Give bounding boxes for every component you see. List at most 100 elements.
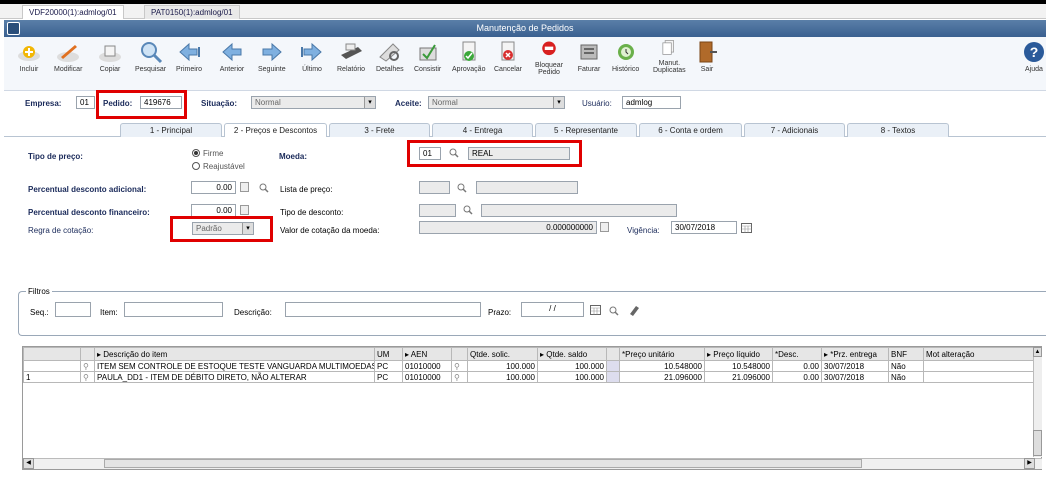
col-header-preco-liquido[interactable]: ▸ Preço líquido — [704, 347, 773, 361]
filtros-search-icon[interactable] — [609, 306, 619, 316]
clear-filter-icon[interactable] — [628, 304, 640, 316]
moeda-code-field[interactable]: 01 — [419, 147, 441, 160]
col-header-mot-alteracao[interactable]: Mot alteração — [923, 347, 1034, 361]
tipo-desconto-code-field[interactable] — [419, 204, 456, 217]
consistir-button[interactable]: Consistir — [414, 39, 441, 73]
detalhes-button[interactable]: Detalhes — [376, 39, 404, 73]
regra-dropdown-icon[interactable]: ▾ — [242, 223, 253, 234]
system-menu-icon[interactable] — [7, 22, 20, 35]
manut-duplicatas-button[interactable]: Manut. Duplicatas — [653, 39, 686, 74]
sair-button[interactable]: Sair — [694, 39, 720, 73]
historico-button[interactable]: Histórico — [612, 39, 639, 73]
col-header-bnf[interactable]: BNF — [888, 347, 924, 361]
tab-adicionais[interactable]: 7 - Adicionais — [744, 123, 845, 137]
cell-descricao: ITEM SEM CONTROLE DE ESTOQUE TESTE VANGU… — [94, 360, 375, 372]
tab-entrega[interactable]: 4 - Entrega — [432, 123, 533, 137]
cell-aen: 01010000 — [402, 371, 452, 383]
faturar-button[interactable]: Faturar — [576, 39, 602, 73]
help-icon: ? — [1024, 42, 1044, 62]
horizontal-scroll-thumb[interactable] — [104, 459, 862, 468]
vigencia-field[interactable]: 30/07/2018 — [671, 221, 737, 234]
pesquisar-button[interactable]: Pesquisar — [135, 39, 166, 73]
item-filter-field[interactable] — [124, 302, 223, 317]
cell-preco-unitario: 21.096000 — [619, 371, 705, 383]
ajuda-button[interactable]: ? Ajuda — [1021, 39, 1046, 73]
pedido-field[interactable]: 419676 — [140, 96, 182, 109]
aen-search-icon[interactable]: ⚲ — [451, 371, 468, 383]
perc-adicional-label: Percentual desconto adicional: — [28, 185, 147, 194]
col-header-qtde-solic[interactable]: Qtde. solic. — [467, 347, 538, 361]
relatorio-button[interactable]: Relatório — [337, 39, 365, 73]
perc-financeiro-label: Percentual desconto financeiro: — [28, 208, 150, 217]
copiar-button[interactable]: Copiar — [97, 39, 123, 73]
col-header-desc[interactable]: *Desc. — [772, 347, 822, 361]
calendar-icon[interactable] — [741, 223, 752, 233]
col-header-aen[interactable]: ▸ AEN — [402, 347, 452, 361]
seguinte-button[interactable]: Seguinte — [258, 39, 286, 73]
aceite-select[interactable]: Normal — [428, 96, 565, 109]
seq-filter-field[interactable] — [55, 302, 91, 317]
anterior-button[interactable]: Anterior — [219, 39, 245, 73]
window-tab-pat0150[interactable]: PAT0150(1):admlog/01 — [144, 5, 240, 19]
tab-precos-descontos[interactable]: 2 - Preços e Descontos — [224, 123, 327, 137]
saldo-calc-icon[interactable] — [606, 371, 620, 383]
tab-frete[interactable]: 3 - Frete — [329, 123, 430, 137]
scroll-up-icon[interactable]: ▲ — [1033, 347, 1042, 357]
valor-cotacao-calc-icon[interactable] — [600, 222, 609, 232]
moeda-search-icon[interactable] — [449, 148, 459, 158]
tipo-desconto-search-icon[interactable] — [463, 205, 473, 215]
bloquear-pedido-button[interactable]: Bloquear Pedido — [535, 39, 563, 76]
situacao-label: Situação: — [201, 99, 238, 108]
item-search-icon[interactable]: ⚲ — [80, 371, 95, 383]
radio-firme[interactable]: Firme — [192, 149, 223, 158]
perc-adicional-field[interactable]: 0.00 — [191, 181, 236, 194]
cancelar-button[interactable]: Cancelar — [494, 39, 522, 73]
scroll-right-icon[interactable]: ▶ — [1024, 458, 1035, 469]
situacao-select[interactable]: Normal — [251, 96, 376, 109]
lista-preco-code-field[interactable] — [419, 181, 450, 194]
col-header-seq[interactable] — [23, 347, 81, 361]
search-icon — [140, 42, 162, 64]
usuario-field[interactable]: admlog — [622, 96, 681, 109]
prazo-filter-field[interactable]: / / — [521, 302, 584, 317]
lista-preco-search-icon[interactable] — [457, 183, 467, 193]
col-header-preco-unitario[interactable]: *Preço unitário — [619, 347, 705, 361]
svg-text:?: ? — [1030, 44, 1039, 60]
perc-financeiro-calc-icon[interactable] — [240, 205, 249, 215]
ultimo-button[interactable]: Último — [299, 39, 325, 73]
vertical-scroll-thumb[interactable] — [1033, 430, 1042, 456]
tab-representante[interactable]: 5 - Representante — [535, 123, 637, 137]
aceite-dropdown-icon[interactable]: ▾ — [553, 97, 564, 108]
situacao-dropdown-icon[interactable]: ▾ — [364, 97, 375, 108]
incluir-button[interactable]: Incluir — [16, 39, 42, 73]
empresa-label: Empresa: — [25, 99, 62, 108]
invoice-icon — [580, 44, 598, 60]
tab-principal[interactable]: 1 - Principal — [120, 123, 222, 137]
tab-textos[interactable]: 8 - Textos — [847, 123, 949, 137]
prazo-calendar-icon[interactable] — [590, 305, 601, 315]
perc-adicional-calc-icon[interactable] — [240, 182, 249, 192]
item-search-icon[interactable]: ⚲ — [80, 360, 95, 372]
col-header-qtde-saldo[interactable]: ▸ Qtde. saldo — [537, 347, 607, 361]
radio-firme-indicator — [192, 149, 200, 157]
window-tab-vdf20000[interactable]: VDF20000(1):admlog/01 — [22, 5, 124, 19]
col-header-descricao[interactable]: ▸ Descrição do item — [94, 347, 375, 361]
col-header-prz-entrega[interactable]: ▸ *Prz. entrega — [821, 347, 889, 361]
empresa-field[interactable]: 01 — [76, 96, 95, 109]
descricao-filter-field[interactable] — [285, 302, 481, 317]
modificar-button[interactable]: Modificar — [54, 39, 82, 73]
aprovacao-button[interactable]: Aprovação — [452, 39, 485, 73]
perc-adicional-search-icon[interactable] — [259, 183, 269, 193]
valor-cotacao-field[interactable]: 0.000000000 — [419, 221, 597, 234]
scroll-left-icon[interactable]: ◀ — [23, 458, 34, 469]
cell-qtde-solic: 100.000 — [467, 371, 538, 383]
primeiro-button[interactable]: Primeiro — [176, 39, 202, 73]
table-row[interactable]: ⚲ ITEM SEM CONTROLE DE ESTOQUE TESTE VAN… — [23, 360, 1034, 372]
aen-search-icon[interactable]: ⚲ — [451, 360, 468, 372]
col-header-um[interactable]: UM — [374, 347, 403, 361]
saldo-calc-icon[interactable] — [606, 360, 620, 372]
table-row[interactable]: 1 ⚲ PAULA_DD1 - ITEM DE DÉBITO DIRETO, N… — [23, 371, 1034, 383]
moeda-name-field: REAL — [468, 147, 570, 160]
tab-conta-ordem[interactable]: 6 - Conta e ordem — [639, 123, 742, 137]
radio-reajustavel[interactable]: Reajustável — [192, 162, 245, 171]
